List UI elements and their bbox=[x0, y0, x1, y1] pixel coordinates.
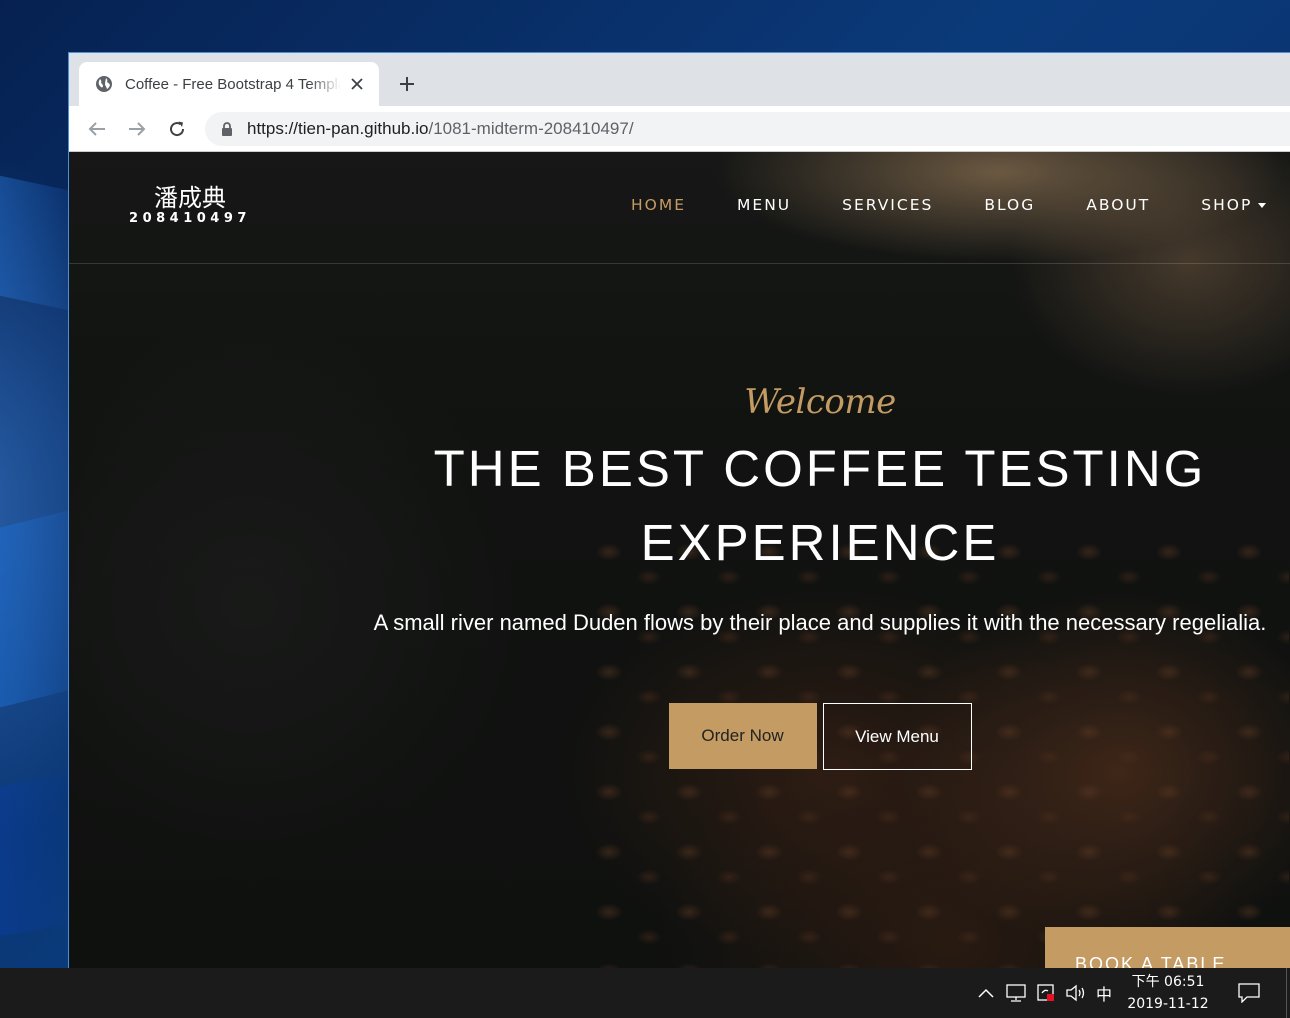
brand-id: 208410497 bbox=[129, 211, 251, 226]
new-tab-button[interactable] bbox=[394, 71, 420, 97]
forward-button[interactable] bbox=[124, 116, 150, 142]
browser-window: Coffee - Free Bootstrap 4 Template https… bbox=[68, 52, 1290, 968]
taskbar: 中 下午 06:51 2019-11-12 bbox=[0, 968, 1290, 1018]
speaker-icon bbox=[1066, 984, 1085, 1002]
browser-toolbar: https://tien-pan.github.io/1081-midterm-… bbox=[69, 106, 1290, 152]
clock-date: 2019-11-12 bbox=[1127, 996, 1209, 1012]
nav-menu: HOME MENU SERVICES BLOG ABOUT SHOP bbox=[631, 196, 1267, 214]
hero-text: A small river named Duden flows by their… bbox=[373, 610, 1267, 635]
tab-title: Coffee - Free Bootstrap 4 Template bbox=[125, 75, 341, 93]
input-method-indicator[interactable]: 中 bbox=[1096, 981, 1112, 1005]
globe-icon bbox=[96, 76, 112, 92]
show-desktop-button[interactable] bbox=[1286, 968, 1290, 1018]
hero-buttons: Order Now View Menu bbox=[359, 703, 1281, 770]
nav-item-shop-dropdown[interactable]: SHOP bbox=[1201, 196, 1267, 214]
page-viewport: 潘成典 208410497 HOME MENU SERVICES BLOG AB… bbox=[69, 152, 1290, 968]
show-hidden-icons-button[interactable] bbox=[974, 981, 998, 1005]
clock-time: 下午 06:51 bbox=[1131, 974, 1205, 990]
brand-name: 潘成典 bbox=[154, 184, 226, 212]
action-center-button[interactable] bbox=[1234, 978, 1264, 1008]
notification-icon bbox=[1238, 983, 1260, 1003]
tab-strip: Coffee - Free Bootstrap 4 Template bbox=[69, 53, 1290, 106]
tab-close-button[interactable] bbox=[347, 74, 367, 94]
nav-item-shop-label: SHOP bbox=[1201, 196, 1253, 214]
book-a-table-button[interactable]: BOOK A TABLE bbox=[1045, 927, 1290, 968]
back-button[interactable] bbox=[84, 116, 110, 142]
order-now-button[interactable]: Order Now bbox=[668, 703, 817, 769]
taskbar-clock[interactable]: 下午 06:51 2019-11-12 bbox=[1122, 971, 1214, 1015]
site-navbar: 潘成典 208410497 HOME MENU SERVICES BLOG AB… bbox=[69, 152, 1290, 264]
hero-section: Welcome THE BEST COFFEE TESTING EXPERIEN… bbox=[359, 382, 1281, 770]
lock-icon bbox=[222, 122, 232, 136]
hero-subheading: Welcome bbox=[744, 382, 896, 422]
nav-item-blog[interactable]: BLOG bbox=[984, 196, 1035, 214]
caret-down-icon bbox=[1258, 202, 1267, 208]
nav-item-about[interactable]: ABOUT bbox=[1086, 196, 1150, 214]
url-path: /1081-midterm-208410497/ bbox=[428, 119, 634, 138]
arrow-left-icon bbox=[88, 122, 105, 136]
chevron-up-icon bbox=[978, 988, 994, 998]
browser-tab[interactable]: Coffee - Free Bootstrap 4 Template bbox=[79, 62, 379, 106]
nav-item-menu[interactable]: MENU bbox=[737, 196, 791, 214]
arrow-right-icon bbox=[129, 122, 146, 136]
url-text: https://tien-pan.github.io/1081-midterm-… bbox=[247, 119, 634, 139]
volume-icon-button[interactable] bbox=[1064, 981, 1088, 1005]
address-bar[interactable]: https://tien-pan.github.io/1081-midterm-… bbox=[205, 112, 1290, 146]
hero-title: THE BEST COFFEE TESTING EXPERIENCE bbox=[433, 440, 1207, 571]
close-icon bbox=[351, 78, 363, 90]
shield-alert-icon bbox=[1037, 984, 1054, 1001]
url-host: https://tien-pan.github.io bbox=[247, 119, 429, 138]
plus-icon bbox=[400, 77, 414, 91]
security-icon-button[interactable] bbox=[1034, 981, 1058, 1005]
view-menu-button[interactable]: View Menu bbox=[822, 703, 972, 770]
nav-item-home[interactable]: HOME bbox=[631, 196, 686, 214]
reload-button[interactable] bbox=[164, 116, 190, 142]
system-tray: 中 下午 06:51 2019-11-12 bbox=[974, 968, 1290, 1018]
site-logo[interactable]: 潘成典 208410497 bbox=[125, 184, 255, 226]
reload-icon bbox=[170, 121, 185, 137]
network-icon bbox=[1006, 984, 1026, 1002]
network-icon-button[interactable] bbox=[1004, 981, 1028, 1005]
nav-item-services[interactable]: SERVICES bbox=[842, 196, 933, 214]
